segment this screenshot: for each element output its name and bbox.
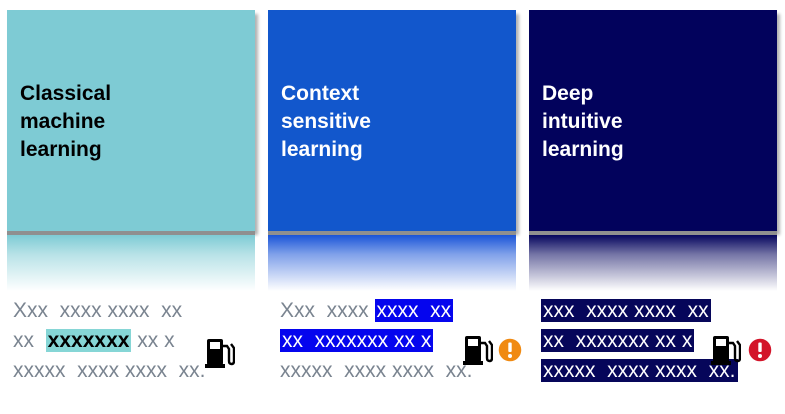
card-title-line: Context — [281, 82, 360, 105]
text-segment: xx — [13, 329, 46, 352]
card-context-sensitive-learning: Context sensitive learning — [268, 10, 516, 231]
card-classical-machine-learning: Classical machine learning — [7, 10, 255, 231]
text-segment: Xxx xxxx xxxx xx — [13, 299, 183, 322]
fuel-pump-icon — [463, 336, 493, 365]
description-line: xxx xxxx xxxx xx — [541, 296, 781, 326]
card-title-line: learning — [542, 138, 624, 161]
card-title-line: learning — [20, 138, 102, 161]
fuel-pump-icon — [205, 339, 235, 368]
highlighted-text: xxxx xx — [374, 299, 454, 322]
text-segment: Xxx xxxx — [280, 299, 375, 322]
text-segment: xxxxx xxxx xxxx xx. — [13, 359, 206, 382]
highlighted-text: xx xxxxxxx xx x — [280, 329, 434, 352]
card-title: Context sensitive learning — [281, 80, 371, 164]
description-line: Xxx xxxx xxxx xx — [13, 296, 253, 326]
description-line: xxxxx xxxx xxxx xx. — [541, 356, 781, 386]
card-title: Deep intuitive learning — [542, 80, 624, 164]
card-title-line: intuitive — [542, 110, 623, 133]
description-line: xx xxxxxxx xx x — [541, 326, 781, 356]
card-title-line: sensitive — [281, 110, 371, 133]
card-title-line: Classical — [20, 82, 112, 105]
highlighted-text: xxxxx xxxx xxxx xx. — [541, 359, 738, 382]
description-line: Xxx xxxx xxxx xx — [280, 296, 520, 326]
card-deep-intuitive-learning: Deep intuitive learning — [529, 10, 777, 231]
card-title-line: Deep — [542, 82, 594, 105]
card-title-line: learning — [281, 138, 363, 161]
highlighted-text: xxx xxxx xxxx xx — [541, 299, 711, 322]
highlighted-text: xx xxxxxxx xx x — [541, 329, 695, 352]
card-title-line: machine — [20, 110, 106, 133]
description-deep: xxx xxxx xxxx xx xx xxxxxxx xx x xxxxx xxx… — [541, 296, 781, 386]
text-segment: xxxxx xxxx xxxx xx. — [280, 359, 473, 382]
highlighted-text: xxxxxxx — [45, 329, 132, 352]
warning-red-icon — [747, 337, 773, 363]
card-reflection — [268, 235, 516, 291]
card-reflection — [7, 235, 255, 291]
warning-orange-icon — [497, 337, 523, 363]
card-title: Classical machine learning — [20, 80, 111, 164]
card-reflection — [529, 235, 777, 291]
fuel-pump-icon — [711, 336, 741, 365]
text-segment: xx x — [131, 329, 175, 352]
